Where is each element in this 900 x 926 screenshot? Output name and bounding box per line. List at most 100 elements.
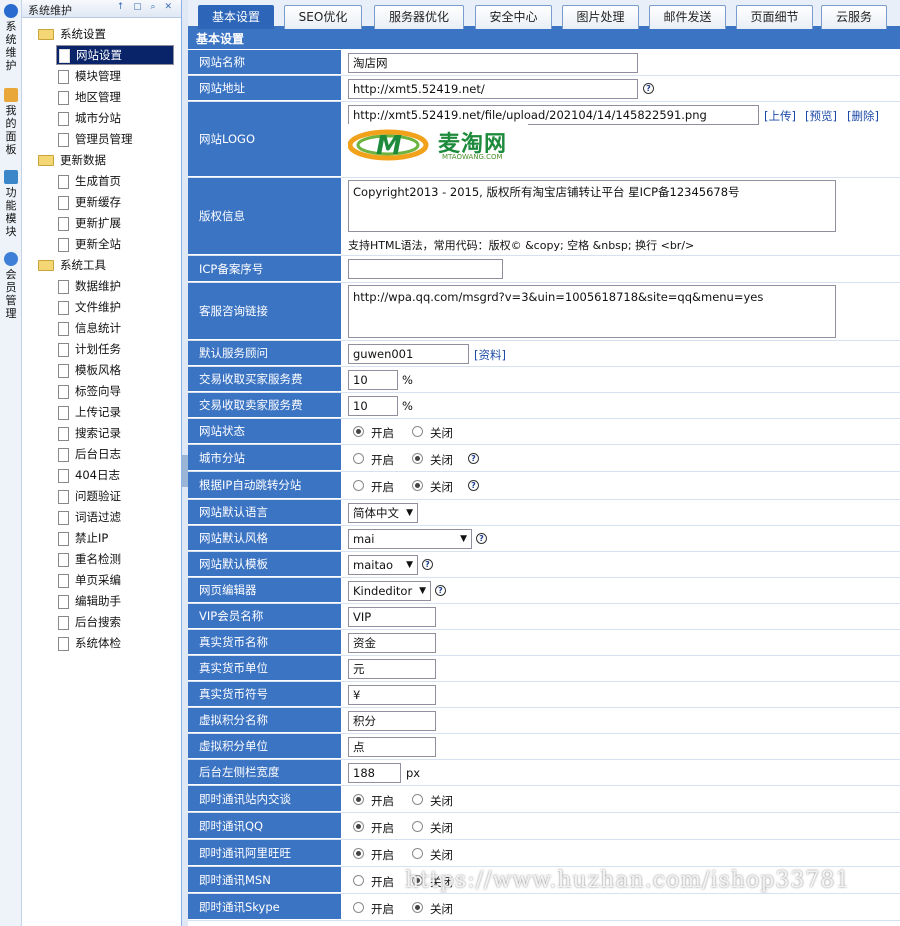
tree-item[interactable]: 后台搜索: [56, 612, 174, 632]
watermark: https://www.huzhan.com/ishop33781: [405, 868, 851, 893]
tree-item[interactable]: 信息统计: [56, 318, 174, 338]
im-ww-off-radio[interactable]: [412, 848, 423, 859]
tree-item[interactable]: 地区管理: [56, 87, 174, 107]
ip-redirect-on-radio[interactable]: [353, 480, 364, 491]
tab-security[interactable]: 安全中心: [475, 5, 552, 29]
row-money-unit: 真实货币单位 元: [188, 656, 900, 682]
help-icon[interactable]: ?: [435, 585, 446, 596]
language-select[interactable]: 简体中文 ▼: [348, 503, 418, 523]
tree-item[interactable]: 词语过滤: [56, 507, 174, 527]
help-icon[interactable]: ?: [468, 480, 479, 491]
tab-basic[interactable]: 基本设置: [198, 5, 274, 29]
help-icon[interactable]: ?: [476, 533, 487, 544]
vip-name-input[interactable]: VIP: [348, 607, 436, 627]
tree-item[interactable]: 标签向导: [56, 381, 174, 401]
row-money-symbol: 真实货币符号 ¥: [188, 682, 900, 708]
sidebar-width-input[interactable]: 188: [348, 763, 401, 783]
field-label: 真实货币名称: [188, 630, 341, 655]
im-msn-on-radio[interactable]: [353, 875, 364, 886]
tree-item[interactable]: 生成首页: [56, 171, 174, 191]
tree-item[interactable]: 编辑助手: [56, 591, 174, 611]
advisor-input[interactable]: guwen001: [348, 344, 469, 364]
tree-item[interactable]: 系统体检: [56, 633, 174, 653]
tree-item[interactable]: 重名检测: [56, 549, 174, 569]
city-station-on-radio[interactable]: [353, 453, 364, 464]
tree-item[interactable]: 上传记录: [56, 402, 174, 422]
help-icon[interactable]: ?: [643, 83, 654, 94]
tree-item[interactable]: 管理员管理: [56, 129, 174, 149]
tree-tool-icons[interactable]: ↑ ▢ ⌕ ✕: [117, 2, 175, 12]
copyright-textarea[interactable]: Copyright2013 - 2015, 版权所有淘宝店铺转让平台 星ICP备…: [348, 180, 836, 232]
tree-item[interactable]: 更新缓存: [56, 192, 174, 212]
tree-item[interactable]: 问题验证: [56, 486, 174, 506]
tree-item[interactable]: 更新全站: [56, 234, 174, 254]
tree-item[interactable]: 后台日志: [56, 444, 174, 464]
editor-select[interactable]: Kindeditor ▼: [348, 581, 431, 601]
vtab-members[interactable]: 会员管理: [0, 250, 22, 320]
tab-image[interactable]: 图片处理: [562, 5, 639, 29]
site-status-on-radio[interactable]: [353, 426, 364, 437]
vtab-system[interactable]: 系统维护: [0, 2, 22, 72]
credit-name-input[interactable]: 积分: [348, 711, 436, 731]
city-station-off-radio[interactable]: [412, 453, 423, 464]
im-ww-on-radio[interactable]: [353, 848, 364, 859]
money-symbol-input[interactable]: ¥: [348, 685, 436, 705]
site-url-input[interactable]: http://xmt5.52419.net/: [348, 79, 638, 99]
help-icon[interactable]: ?: [422, 559, 433, 570]
tab-mail[interactable]: 邮件发送: [649, 5, 726, 29]
tree-item[interactable]: 单页采编: [56, 570, 174, 590]
im-internal-on-radio[interactable]: [353, 794, 364, 805]
upload-link[interactable]: [上传]: [764, 108, 796, 124]
money-unit-input[interactable]: 元: [348, 659, 436, 679]
site-status-off-radio[interactable]: [412, 426, 423, 437]
preview-link[interactable]: [预览]: [805, 108, 837, 124]
vtab-panel[interactable]: 我的面板: [0, 86, 22, 156]
page-icon: [58, 216, 69, 231]
tree-item[interactable]: 模板风格: [56, 360, 174, 380]
im-qq-on-radio[interactable]: [353, 821, 364, 832]
tree-item-label: 搜索记录: [75, 426, 121, 440]
field-label: 即时通讯阿里旺旺: [188, 840, 341, 866]
tab-cloud[interactable]: 云服务: [821, 5, 887, 29]
ip-redirect-off-radio[interactable]: [412, 480, 423, 491]
template-select[interactable]: maitao ▼: [348, 555, 418, 575]
im-skype-off-radio[interactable]: [412, 902, 423, 913]
tree-title: 系统维护: [28, 4, 72, 17]
tree-item[interactable]: 数据维护: [56, 276, 174, 296]
advisor-profile-link[interactable]: [资料]: [474, 347, 506, 363]
tree-item[interactable]: 城市分站: [56, 108, 174, 128]
im-internal-off-radio[interactable]: [412, 794, 423, 805]
style-select[interactable]: mai ▼: [348, 529, 472, 549]
tree-item[interactable]: 禁止IP: [56, 528, 174, 548]
tab-seo[interactable]: SEO优化: [284, 5, 362, 29]
tree-item-label: 系统体检: [75, 636, 121, 650]
tab-server[interactable]: 服务器优化: [374, 5, 464, 29]
vtab-modules[interactable]: 功能模块: [0, 168, 22, 238]
tree-item[interactable]: 搜索记录: [56, 423, 174, 443]
service-link-textarea[interactable]: http://wpa.qq.com/msgrd?v=3&uin=10056187…: [348, 285, 836, 338]
radio-label: 开启: [371, 426, 394, 440]
im-qq-off-radio[interactable]: [412, 821, 423, 832]
tree-item[interactable]: 计划任务: [56, 339, 174, 359]
tree-item[interactable]: 模块管理: [56, 66, 174, 86]
delete-link[interactable]: [删除]: [847, 108, 879, 124]
tree-folder[interactable]: 系统设置: [36, 24, 176, 44]
seller-fee-input[interactable]: 10: [348, 396, 398, 416]
credit-unit-input[interactable]: 点: [348, 737, 436, 757]
money-name-input[interactable]: 资金: [348, 633, 436, 653]
buyer-fee-input[interactable]: 10: [348, 370, 398, 390]
site-name-input[interactable]: 淘店网: [348, 53, 638, 73]
help-icon[interactable]: ?: [468, 453, 479, 464]
row-ip-redirect: 根据IP自动跳转分站 开启 关闭 ?: [188, 472, 900, 500]
tree-folder[interactable]: 更新数据: [36, 150, 176, 170]
icp-input[interactable]: [348, 259, 503, 279]
logo-url-input[interactable]: http://xmt5.52419.net/file/upload/202104…: [348, 105, 759, 125]
radio-label: 关闭: [430, 902, 453, 916]
im-skype-on-radio[interactable]: [353, 902, 364, 913]
tree-item[interactable]: 网站设置: [56, 45, 174, 65]
tree-item[interactable]: 文件维护: [56, 297, 174, 317]
tab-page[interactable]: 页面细节: [736, 5, 813, 29]
tree-item[interactable]: 更新扩展: [56, 213, 174, 233]
tree-item[interactable]: 404日志: [56, 465, 174, 485]
tree-folder[interactable]: 系统工具: [36, 255, 176, 275]
